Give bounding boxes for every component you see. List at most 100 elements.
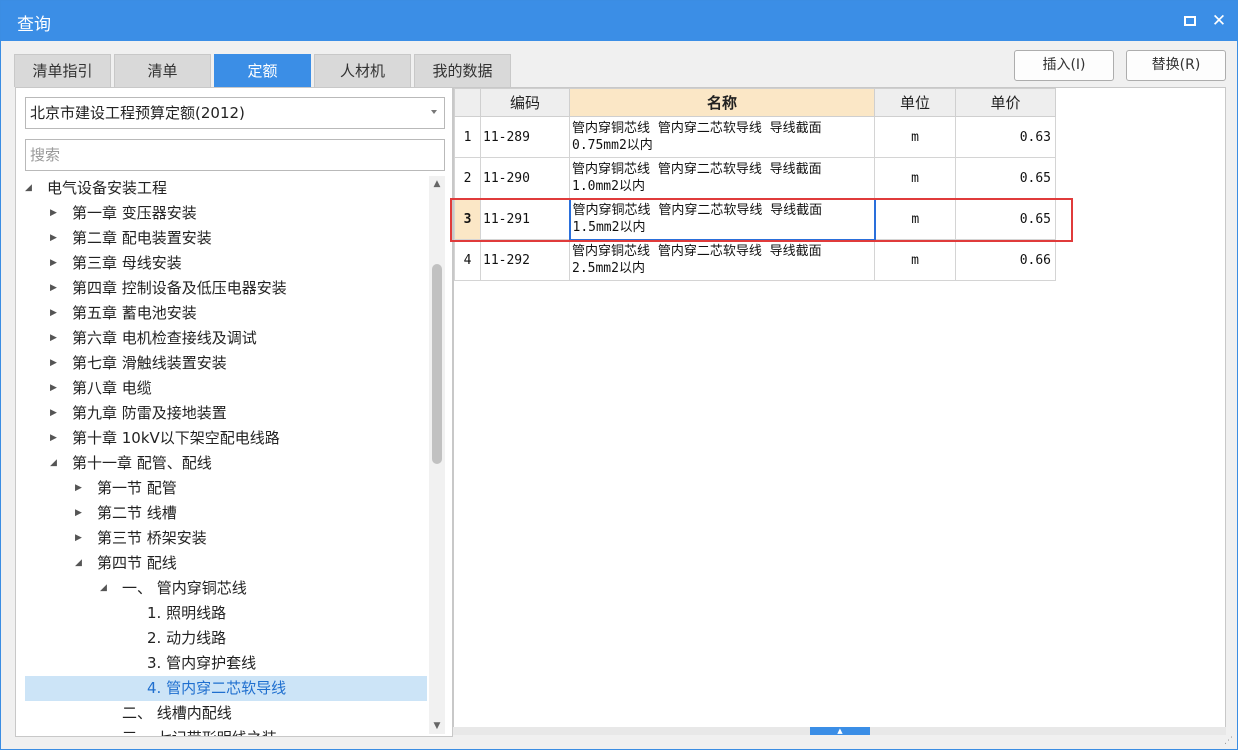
collapsed-caret-icon[interactable]: ▶ — [50, 251, 57, 276]
collapsed-caret-icon[interactable]: ▶ — [50, 326, 57, 351]
tree-node-label: 第五章 蓄电池安装 — [72, 304, 197, 322]
cell-code[interactable]: 11-291 — [480, 198, 570, 240]
tree-node[interactable]: 3. 管内穿护套线 — [25, 651, 427, 676]
tree-node[interactable]: ▶ 第二章 配电装置安装 — [25, 226, 427, 251]
library-select[interactable]: 北京市建设工程预算定额(2012) — [25, 97, 445, 129]
tree-node-label: 3. 管内穿护套线 — [147, 654, 257, 672]
expanded-caret-icon[interactable]: ◢ — [25, 176, 32, 201]
row-number: 4 — [454, 239, 481, 281]
tree-node[interactable]: 2. 动力线路 — [25, 626, 427, 651]
collapsed-caret-icon[interactable]: ▶ — [50, 351, 57, 376]
tree-node-label: 电气设备安装工程 — [47, 179, 168, 197]
chevron-down-icon — [431, 110, 437, 114]
cell-price[interactable]: 0.65 — [955, 198, 1056, 240]
header-name[interactable]: 名称 — [569, 88, 875, 117]
collapsed-caret-icon[interactable]: ▶ — [75, 501, 82, 526]
replace-button[interactable]: 替换(R) — [1126, 50, 1226, 81]
cell-unit[interactable]: m — [874, 239, 956, 281]
tree-node-label: 第九章 防雷及接地装置 — [72, 404, 227, 422]
expanded-caret-icon[interactable]: ◢ — [100, 576, 107, 601]
cell-name[interactable]: 管内穿铜芯线 管内穿二芯软导线 导线截面 1.0mm2以内 — [569, 157, 875, 199]
cell-price[interactable]: 0.66 — [955, 239, 1056, 281]
tree-node[interactable]: ▶ 第十章 10kV以下架空配电线路 — [25, 426, 427, 451]
tree-node[interactable]: ▶ 第三章 母线安装 — [25, 251, 427, 276]
tree-node[interactable]: ◢ 电气设备安装工程 — [25, 176, 427, 201]
collapsed-caret-icon[interactable]: ▶ — [50, 376, 57, 401]
cell-price[interactable]: 0.65 — [955, 157, 1056, 199]
cell-name[interactable]: 管内穿铜芯线 管内穿二芯软导线 导线截面 2.5mm2以内 — [569, 239, 875, 281]
collapsed-caret-icon[interactable]: ▶ — [50, 301, 57, 326]
tree-node[interactable]: ▶ 第五章 蓄电池安装 — [25, 301, 427, 326]
tree-node-label: 2. 动力线路 — [147, 629, 227, 647]
scroll-up-icon[interactable]: ▲ — [429, 176, 445, 192]
collapsed-caret-icon[interactable]: ▶ — [50, 426, 57, 451]
cell-unit[interactable]: m — [874, 157, 956, 199]
cell-code[interactable]: 11-292 — [480, 239, 570, 281]
expanded-caret-icon[interactable]: ◢ — [75, 551, 82, 576]
tree-node-label: 第四节 配线 — [97, 554, 177, 572]
tree-node-label: 第四章 控制设备及低压电器安装 — [72, 279, 287, 297]
tree-node[interactable]: ▶ 第六章 电机检查接线及调试 — [25, 326, 427, 351]
scroll-down-icon[interactable]: ▼ — [429, 718, 445, 734]
window-title: 查询 — [17, 15, 51, 35]
tree-node[interactable]: ◢ 第十一章 配管、配线 — [25, 451, 427, 476]
cell-code[interactable]: 11-289 — [480, 116, 570, 158]
collapsed-caret-icon[interactable]: ▶ — [50, 226, 57, 251]
tree-node[interactable]: ▶ 第二节 线槽 — [25, 501, 427, 526]
tab-quota[interactable]: 定额 — [214, 54, 311, 87]
table-row[interactable]: 2 11-290 管内穿铜芯线 管内穿二芯软导线 导线截面 1.0mm2以内 m … — [454, 157, 1056, 199]
table-row[interactable]: 1 11-289 管内穿铜芯线 管内穿二芯软导线 导线截面 0.75mm2以内 m… — [454, 116, 1056, 158]
tab-bill[interactable]: 清单 — [114, 54, 211, 87]
tree-node[interactable]: 1. 照明线路 — [25, 601, 427, 626]
resize-grip-icon[interactable]: ⋰ — [1224, 736, 1234, 746]
tree-scrollbar[interactable]: ▲ ▼ — [429, 176, 445, 734]
grid-horizontal-scrollbar[interactable]: ▲ — [453, 727, 1226, 735]
chevron-up-icon[interactable]: ▲ — [810, 727, 870, 735]
header-price[interactable]: 单价 — [955, 88, 1056, 117]
tab-labor-material-machine[interactable]: 人材机 — [314, 54, 411, 87]
table-row[interactable]: 4 11-292 管内穿铜芯线 管内穿二芯软导线 导线截面 2.5mm2以内 m … — [454, 239, 1056, 281]
query-dialog: 查询 ✕ 清单指引 清单 定额 人材机 我的数据 插入(I) 替换(R) 北京市… — [0, 0, 1238, 750]
tree-node-label: 第六章 电机检查接线及调试 — [72, 329, 257, 347]
cell-code[interactable]: 11-290 — [480, 157, 570, 199]
collapsed-caret-icon[interactable]: ▶ — [75, 476, 82, 501]
tree-node[interactable]: ◢ 第四节 配线 — [25, 551, 427, 576]
tree-node[interactable]: ▶ 第八章 电缆 — [25, 376, 427, 401]
collapsed-caret-icon[interactable]: ▶ — [50, 201, 57, 226]
tab-my-data[interactable]: 我的数据 — [414, 54, 511, 87]
cell-name[interactable]: 管内穿铜芯线 管内穿二芯软导线 导线截面 0.75mm2以内 — [569, 116, 875, 158]
maximize-button[interactable] — [1179, 10, 1201, 32]
tree-node[interactable]: ▶ 第四章 控制设备及低压电器安装 — [25, 276, 427, 301]
tree-node[interactable]: ▶ 第三节 桥架安装 — [25, 526, 427, 551]
tree-node-label: 第二节 线槽 — [97, 504, 177, 522]
results-table: 编码 名称 单位 单价 1 11-289 管内穿铜芯线 管内穿二芯软导线 导线截… — [454, 88, 1056, 281]
cell-unit[interactable]: m — [874, 198, 956, 240]
cell-unit[interactable]: m — [874, 116, 956, 158]
tree-node-label: 第一节 配管 — [97, 479, 177, 497]
tree-node[interactable]: ▶ 第一章 变压器安装 — [25, 201, 427, 226]
collapsed-caret-icon[interactable]: ▶ — [50, 276, 57, 301]
tree-node[interactable]: ▶ 第七章 滑触线装置安装 — [25, 351, 427, 376]
collapsed-caret-icon[interactable]: ▶ — [75, 526, 82, 551]
tree-node[interactable]: ◢ 一、 管内穿铜芯线 — [25, 576, 427, 601]
tree-node[interactable]: 4. 管内穿二芯软导线 — [25, 676, 427, 701]
maximize-icon — [1184, 16, 1196, 26]
cell-name-focused[interactable]: 管内穿铜芯线 管内穿二芯软导线 导线截面 1.5mm2以内 — [568, 197, 876, 241]
collapsed-caret-icon[interactable]: ▶ — [50, 401, 57, 426]
table-row-selected[interactable]: 3 11-291 管内穿铜芯线 管内穿二芯软导线 导线截面 1.5mm2以内 m … — [454, 197, 1056, 241]
tab-bill-guide[interactable]: 清单指引 — [14, 54, 111, 87]
close-button[interactable]: ✕ — [1208, 10, 1230, 32]
header-unit[interactable]: 单位 — [874, 88, 956, 117]
cell-price[interactable]: 0.63 — [955, 116, 1056, 158]
tree-node[interactable]: ▶ 第九章 防雷及接地装置 — [25, 401, 427, 426]
header-code[interactable]: 编码 — [480, 88, 570, 117]
scrollbar-thumb[interactable] — [432, 264, 442, 464]
expanded-caret-icon[interactable]: ◢ — [50, 451, 57, 476]
search-input[interactable]: 搜索 — [25, 139, 445, 171]
insert-button[interactable]: 插入(I) — [1014, 50, 1114, 81]
tree-node[interactable]: 二、 线槽内配线 — [25, 701, 427, 726]
name-line: 1.0mm2以内 — [572, 178, 645, 194]
tree-node[interactable]: 三、 七记带形明线之装 — [25, 726, 427, 736]
tree-node[interactable]: ▶ 第一节 配管 — [25, 476, 427, 501]
name-line: 管内穿铜芯线 管内穿二芯软导线 导线截面 — [572, 161, 822, 177]
